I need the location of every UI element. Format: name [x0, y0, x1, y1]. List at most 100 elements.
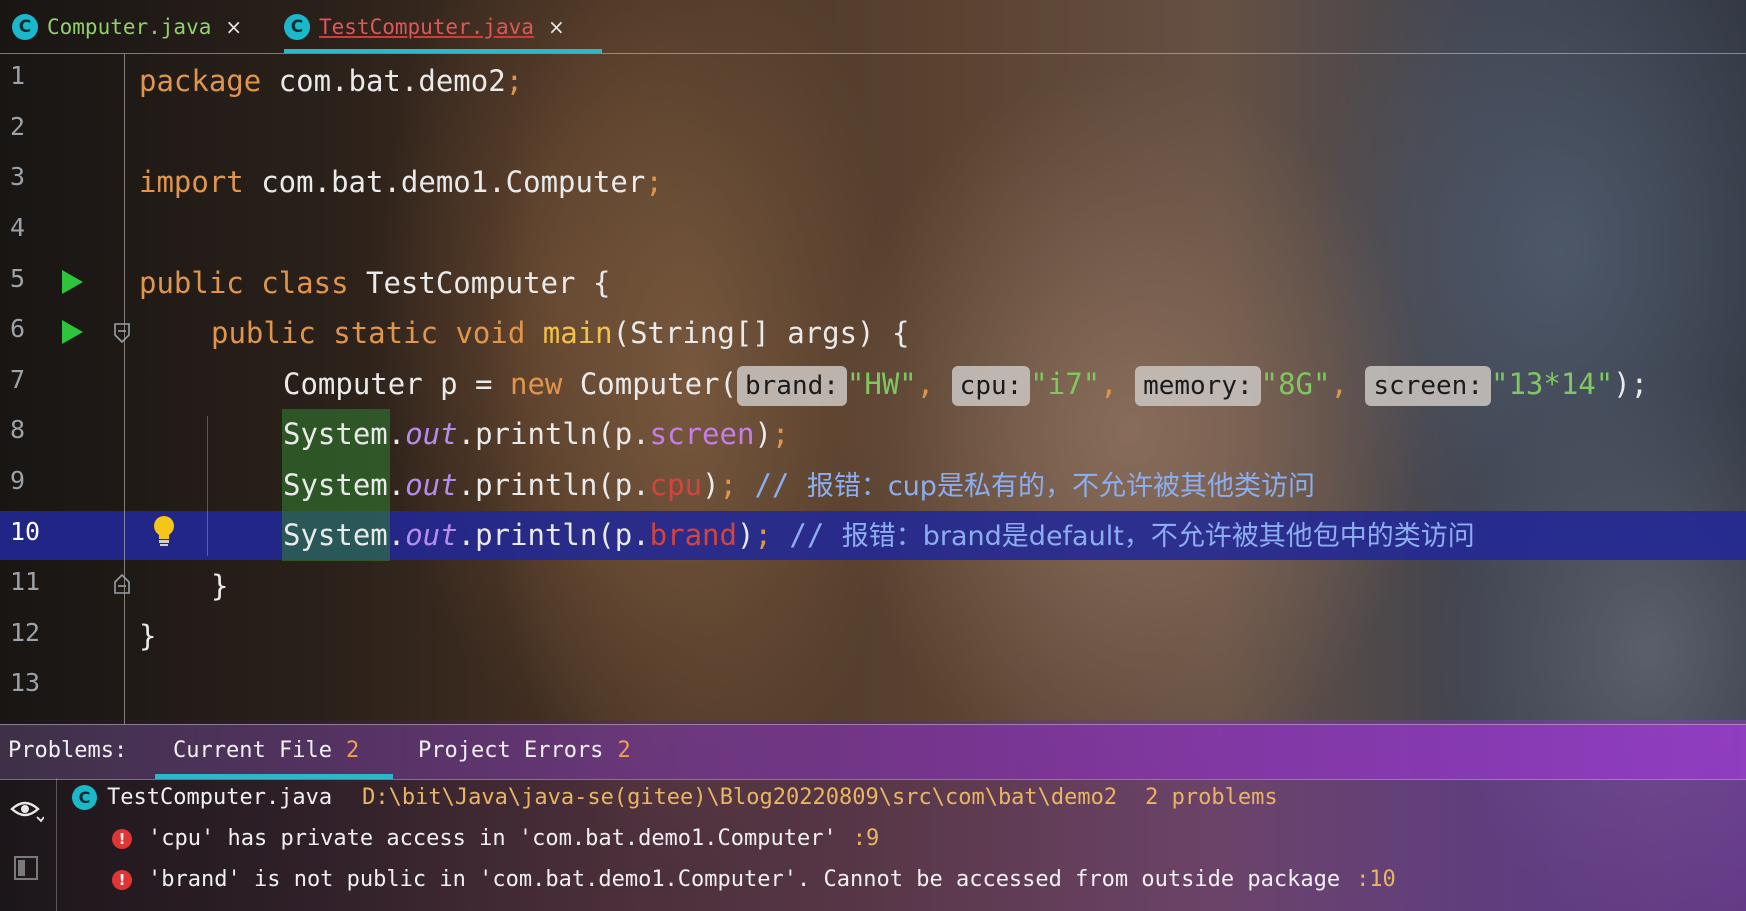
problems-title: Problems:: [8, 738, 128, 763]
error-icon: !: [112, 869, 132, 890]
tab-label: Computer.java: [47, 14, 212, 39]
keyword: package: [139, 64, 262, 98]
tab-label: Project Errors: [418, 738, 604, 763]
tab-testcomputer-java[interactable]: C TestComputer.java ×: [284, 0, 565, 53]
code-text: com.bat.demo2: [261, 64, 506, 98]
parameter-hint: brand:: [736, 366, 847, 406]
fold-collapse-icon[interactable]: [113, 322, 131, 344]
tab-label: TestComputer.java: [319, 14, 534, 39]
editor-tab-bar: C Computer.java × C TestComputer.java ×: [0, 0, 1746, 54]
problem-file-row[interactable]: C TestComputer.java D:\bit\Java\java-se(…: [72, 785, 1278, 810]
problems-toolbar: Problems: Current File 2 Project Errors 2: [0, 724, 1746, 780]
close-icon[interactable]: ×: [225, 15, 242, 39]
string-literal: "HW": [846, 367, 917, 401]
semicolon: ;: [505, 64, 524, 98]
error-message: 'brand' is not public in 'com.bat.demo1.…: [148, 867, 1341, 892]
error-line: :10: [1356, 867, 1396, 892]
active-tab-indicator: [155, 774, 393, 779]
code-text: ): [702, 468, 720, 502]
lightbulb-icon[interactable]: [151, 515, 177, 547]
parameter-hint: memory:: [1135, 366, 1261, 406]
problem-item[interactable]: ! 'cpu' has private access in 'com.bat.d…: [112, 826, 879, 851]
code-line-7[interactable]: Computer p = new Computer(brand: "HW", cp…: [283, 362, 1648, 406]
code-text: .println(p.: [457, 468, 650, 502]
run-class-icon[interactable]: [62, 270, 83, 294]
line-number: 8: [10, 415, 26, 444]
semicolon: ;: [719, 468, 737, 502]
eye-icon[interactable]: [10, 799, 44, 823]
static-field: out: [405, 518, 458, 552]
static-field: out: [405, 417, 458, 451]
code-line-1[interactable]: package com.bat.demo2;: [139, 59, 523, 103]
fold-end-icon[interactable]: [113, 573, 131, 595]
semicolon: ;: [754, 518, 772, 552]
code-text: (String[] args) {: [612, 316, 910, 350]
code-text: }: [139, 619, 157, 653]
code-text: .println(p.: [457, 417, 650, 451]
string-literal: "13*14": [1490, 367, 1614, 401]
indent-guide: [207, 416, 208, 556]
code-text: System.: [283, 518, 406, 552]
tab-label: Current File: [173, 738, 332, 763]
problem-item[interactable]: ! 'brand' is not public in 'com.bat.demo…: [112, 867, 1396, 892]
line-number: 3: [10, 162, 26, 191]
code-comment: 报错：brand是default，不允许被其他包中的类访问: [841, 521, 1475, 552]
file-name: TestComputer.java: [107, 785, 333, 810]
line-number: 7: [10, 365, 26, 394]
error-line: :9: [852, 826, 880, 851]
keyword: static: [333, 316, 438, 350]
code-line-10[interactable]: System.out.println(p.brand); // 报错：brand…: [283, 513, 1475, 559]
keyword: import: [139, 165, 244, 199]
code-line-3[interactable]: import com.bat.demo1.Computer;: [139, 160, 663, 204]
code-line-5[interactable]: public class TestComputer {: [139, 261, 610, 305]
code-line-9[interactable]: System.out.println(p.cpu); // 报错：cup是私有的…: [283, 463, 1315, 509]
line-number: 2: [10, 112, 26, 141]
gutter-separator: [124, 54, 125, 724]
class-declaration: TestComputer {: [348, 266, 611, 300]
parameter-hint: screen:: [1365, 366, 1491, 406]
line-number: 9: [10, 466, 26, 495]
java-class-icon: C: [72, 785, 97, 810]
problem-count: 2 problems: [1145, 785, 1278, 810]
line-number: 1: [10, 61, 26, 90]
problem-count-badge: 2: [617, 738, 631, 763]
problems-side-toolbar: [0, 778, 57, 911]
line-number: 13: [10, 668, 41, 697]
error-icon: !: [112, 828, 132, 849]
tab-project-errors[interactable]: Project Errors 2: [418, 738, 631, 763]
code-text: com.bat.demo1.Computer: [243, 165, 646, 199]
error-field-reference: cpu: [649, 468, 703, 502]
semicolon: ;: [771, 417, 790, 451]
line-number-current: 10: [10, 517, 41, 546]
code-line-11[interactable]: }: [211, 564, 228, 608]
comment-marker: //: [737, 468, 807, 502]
java-class-icon: C: [284, 13, 310, 40]
code-text: Computer p =: [283, 367, 510, 401]
code-line-6[interactable]: public static void main(String[] args) {: [211, 311, 909, 355]
layout-panel-icon[interactable]: [14, 856, 38, 880]
tab-computer-java[interactable]: C Computer.java ×: [12, 0, 242, 53]
code-text: ): [754, 417, 772, 451]
problem-count-badge: 2: [345, 738, 360, 763]
string-literal: "i7": [1030, 367, 1101, 401]
comment-marker: //: [771, 518, 842, 552]
line-number: 4: [10, 213, 26, 242]
keyword: public: [139, 266, 244, 300]
close-icon[interactable]: ×: [548, 15, 565, 39]
keyword: public: [211, 316, 316, 350]
tab-current-file[interactable]: Current File 2: [173, 738, 359, 763]
method-name: main: [542, 316, 613, 350]
semicolon: ;: [645, 165, 663, 199]
code-comment: 报错：cup是私有的，不允许被其他类访问: [806, 471, 1315, 502]
code-line-8[interactable]: System.out.println(p.screen);: [283, 412, 789, 456]
code-text: System.: [283, 468, 406, 502]
code-line-12[interactable]: }: [139, 614, 156, 658]
error-message: 'cpu' has private access in 'com.bat.dem…: [148, 826, 837, 851]
run-main-icon[interactable]: [62, 320, 83, 344]
line-number: 11: [10, 567, 41, 596]
line-number: 5: [10, 264, 26, 293]
java-class-icon: C: [12, 13, 38, 40]
file-path: D:\bit\Java\java-se(gitee)\Blog20220809\…: [362, 785, 1118, 810]
active-tab-indicator: [284, 49, 602, 53]
line-number: 12: [10, 618, 41, 647]
